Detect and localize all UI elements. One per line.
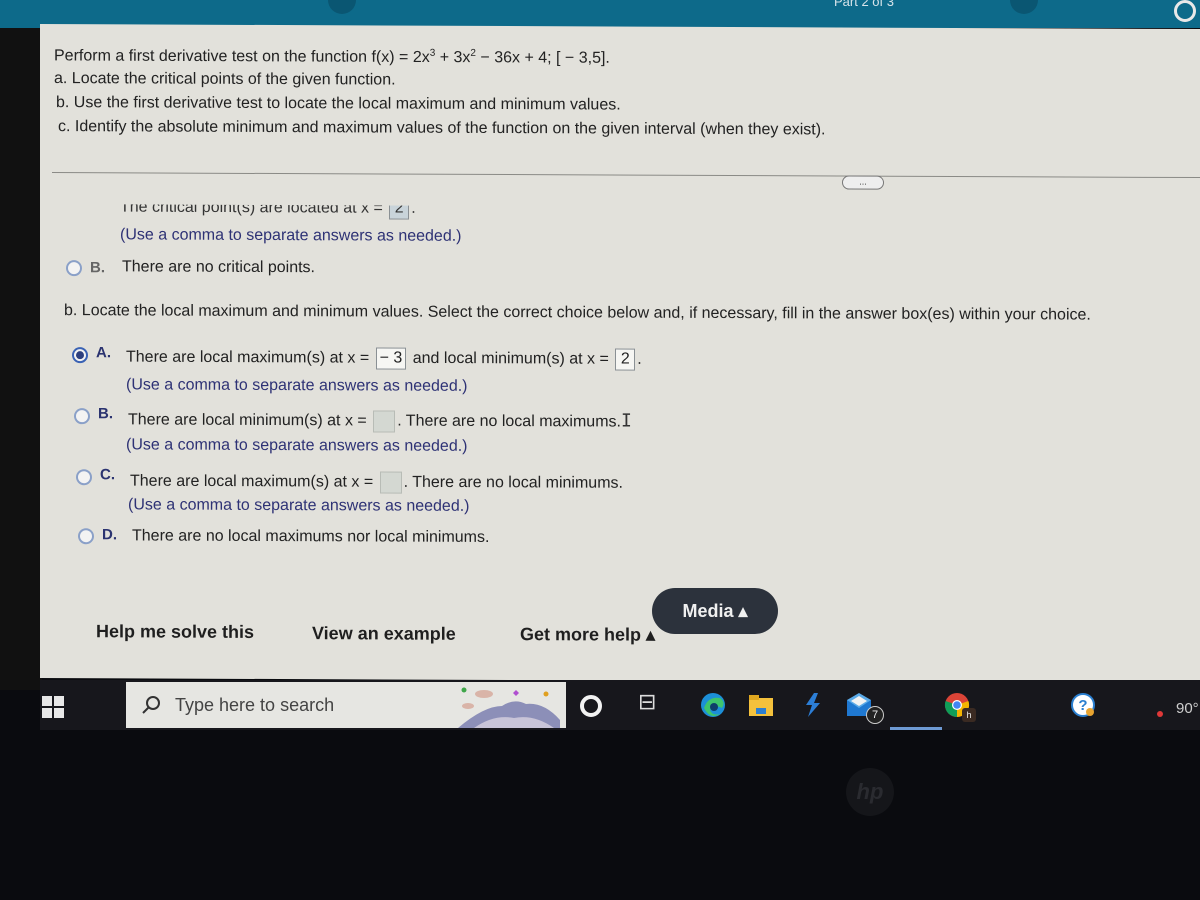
windows-start-icon[interactable]: [42, 696, 64, 718]
edge-browser-icon[interactable]: [700, 692, 726, 718]
comma-hint: (Use a comma to separate answers as need…: [120, 226, 462, 245]
hp-logo-icon: hp: [846, 768, 894, 816]
part-c-prompt: c. Identify the absolute minimum and max…: [58, 118, 826, 139]
get-more-help-button[interactable]: Get more help ▴: [520, 624, 655, 646]
option-letter: A.: [96, 344, 111, 362]
active-app-indicator: [890, 727, 942, 730]
question-term: − 36x + 4; [ − 3,5].: [475, 49, 610, 67]
option-text: There are local maximum(s) at x =: [130, 472, 378, 491]
section-divider: [52, 172, 1200, 179]
progress-dot: [1010, 0, 1038, 14]
weather-temperature: 90°: [1176, 700, 1199, 717]
question-page: Perform a first derivative test on the f…: [40, 24, 1200, 684]
part-b-prompt: b. Use the first derivative test to loca…: [56, 94, 621, 114]
text-cursor-icon: I: [620, 410, 632, 432]
critical-points-label: The critical point(s) are located at x =: [120, 198, 388, 217]
option-text: There are local minimum(s) at x =: [128, 411, 372, 430]
part-label: Part 2 of 3: [834, 0, 894, 9]
comma-hint: (Use a comma to separate answers as need…: [128, 496, 470, 515]
chrome-profile-badge: h: [962, 708, 976, 722]
option-letter: D.: [102, 526, 117, 544]
progress-dot: [328, 0, 356, 14]
question-intro: Perform a first derivative test on the f…: [54, 47, 430, 67]
help-me-solve-button[interactable]: Help me solve this: [96, 621, 254, 643]
option-text: . There are no local minimums.: [403, 473, 623, 492]
screen: Part 2 of 3 Perform a first derivative t…: [0, 0, 1200, 900]
part-b-instruction: b. Locate the local maximum and minimum …: [64, 302, 1091, 324]
option-d-text: There are no local maximums nor local mi…: [132, 527, 490, 546]
search-placeholder[interactable]: Type here to search: [175, 695, 334, 716]
file-explorer-icon[interactable]: [748, 692, 774, 718]
circle-icon[interactable]: [1174, 0, 1196, 22]
view-example-button[interactable]: View an example: [312, 623, 456, 645]
option-b-radio[interactable]: [74, 408, 90, 425]
local-max-answer-box[interactable]: [379, 471, 402, 494]
option-c-text: There are local maximum(s) at x = . Ther…: [130, 470, 623, 494]
comma-hint: (Use a comma to separate answers as need…: [126, 436, 468, 455]
option-text: and local minimum(s) at x =: [408, 349, 614, 368]
question-term: + 3x: [435, 49, 471, 67]
option-a-text: There are local maximum(s) at x = − 3 an…: [126, 346, 642, 371]
expand-more-button[interactable]: ...: [842, 175, 884, 190]
option-a-radio[interactable]: [72, 347, 88, 364]
local-max-answer-box[interactable]: − 3: [375, 347, 407, 370]
part-a-option-b-text: There are no critical points.: [122, 258, 315, 277]
left-bezel: [0, 0, 42, 690]
option-text: .: [637, 350, 642, 368]
critical-points-answer-box[interactable]: 2: [389, 198, 409, 220]
option-text: There are local maximum(s) at x =: [126, 348, 374, 367]
option-text: . There are no local maximums.: [397, 412, 621, 431]
question-statement: Perform a first derivative test on the f…: [54, 46, 610, 68]
search-icon: [142, 696, 160, 714]
comma-hint: (Use a comma to separate answers as need…: [126, 376, 468, 395]
option-b-text: There are local minimum(s) at x = . Ther…: [128, 408, 632, 433]
option-letter: B.: [90, 259, 105, 277]
option-c-radio[interactable]: [76, 469, 92, 486]
media-button[interactable]: Media ▴: [652, 588, 778, 634]
local-min-answer-box[interactable]: 2: [615, 348, 636, 371]
weather-moon-icon[interactable]: [1140, 692, 1166, 718]
help-tips-icon[interactable]: ?: [1070, 692, 1096, 718]
option-letter: B.: [98, 405, 113, 423]
option-d-radio[interactable]: [78, 528, 94, 545]
part-a-option-b-radio[interactable]: [66, 260, 82, 277]
option-letter: C.: [100, 466, 115, 484]
cortana-icon[interactable]: [580, 695, 602, 717]
part-a-answer-partial: The critical point(s) are located at x =…: [120, 196, 416, 219]
part-a-prompt: a. Locate the critical points of the giv…: [54, 70, 396, 89]
local-min-answer-box[interactable]: [373, 410, 396, 433]
power-automate-icon[interactable]: [800, 692, 826, 718]
mail-unread-badge: 7: [866, 706, 884, 724]
task-view-icon[interactable]: ⊟: [638, 690, 664, 716]
search-highlight-illustration-icon: [458, 687, 560, 728]
